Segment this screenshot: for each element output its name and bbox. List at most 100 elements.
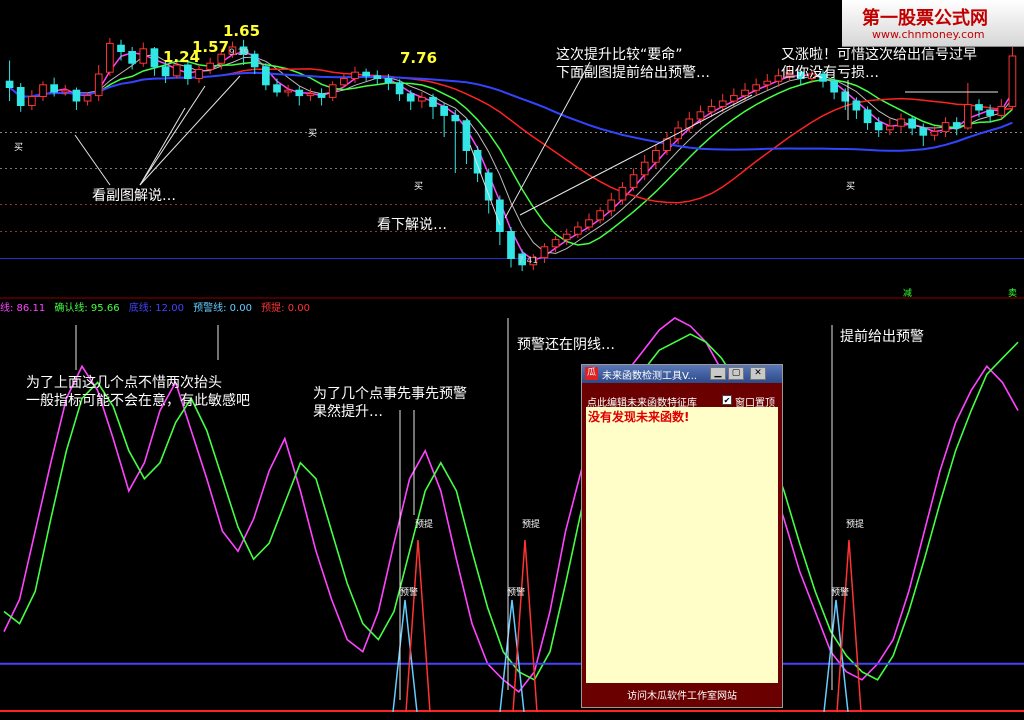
- warn-label: 预警: [507, 588, 526, 598]
- candle-body: [640, 161, 649, 176]
- stock-chart: [0, 29, 1024, 713]
- minimize-button[interactable]: ▁: [710, 367, 726, 380]
- moving-average-line: [9, 60, 1013, 246]
- candle-body: [317, 93, 326, 98]
- candle: [629, 168, 638, 191]
- candle-body: [250, 53, 259, 68]
- candle-body: [340, 78, 348, 86]
- candle-body: [295, 89, 304, 97]
- warn-label: 预警: [400, 588, 419, 598]
- annotation-arrow: [469, 144, 501, 226]
- candle-body: [206, 62, 214, 71]
- candle: [5, 60, 14, 101]
- lift-spike: [405, 539, 431, 713]
- site-logo[interactable]: 第一股票公式网 www.chnmoney.com: [842, 0, 1024, 47]
- moving-average-line: [8, 71, 1013, 152]
- candle-body: [139, 48, 148, 64]
- candle: [496, 195, 504, 245]
- legend-item: 线: 86.11: [0, 303, 46, 314]
- annotation-arrow: [139, 85, 206, 186]
- candle: [328, 81, 337, 101]
- candle-body: [28, 96, 36, 106]
- sell-mark: 卖: [1008, 289, 1018, 299]
- candle: [317, 88, 326, 106]
- candle-body: [886, 125, 894, 131]
- candle: [117, 39, 125, 61]
- candle: [94, 65, 103, 101]
- candle: [540, 243, 549, 263]
- candle-body: [629, 174, 638, 188]
- legend-item: 预警线: 0.00: [193, 303, 252, 314]
- candle: [139, 42, 148, 67]
- candle: [997, 99, 1006, 119]
- maximize-button[interactable]: ▢: [728, 367, 744, 380]
- lift-spike: [836, 539, 862, 713]
- site-name: 第一股票公式网: [862, 8, 988, 29]
- annotation-arrow: [504, 61, 591, 219]
- candle-body: [284, 89, 292, 93]
- candle-body: [39, 84, 47, 98]
- candle: [362, 68, 370, 82]
- annotation-early-warn: 为了几个点事先事先预警 果然提升…: [313, 386, 467, 420]
- candle-body: [451, 114, 460, 122]
- candle-body: [351, 71, 359, 79]
- candle-body: [964, 104, 972, 129]
- price-label: 1.57: [192, 38, 230, 56]
- candle: [941, 117, 950, 137]
- candle: [863, 106, 872, 130]
- candle-body: [262, 66, 270, 86]
- candle-body: [975, 104, 983, 111]
- annotation-see-sub: 看副图解说…: [92, 188, 176, 204]
- window-titlebar[interactable]: 瓜 未来函数检测工具V... ▁ ▢ ✕: [582, 365, 782, 383]
- future-function-checker-window[interactable]: 瓜 未来函数检测工具V... ▁ ▢ ✕ 点此编辑未来函数特征库 ✔ 窗口置顶 …: [581, 364, 783, 708]
- candle-body: [941, 122, 950, 133]
- candle-body: [473, 150, 482, 174]
- annotation-arrow: [74, 134, 111, 186]
- close-button[interactable]: ✕: [750, 367, 766, 380]
- warn-spike: [392, 599, 418, 713]
- candle-body: [562, 233, 571, 241]
- candle-body: [707, 105, 716, 113]
- candle-body: [406, 93, 415, 102]
- candle: [39, 81, 47, 101]
- candle: [952, 117, 961, 136]
- annotation-sensitive: 为了上面这几个点不惜两次抬头 一般指标可能不会在意，有此敏感吧: [26, 375, 250, 409]
- price-label-small: 7.41: [518, 256, 539, 266]
- sell-mark: 减: [903, 289, 913, 299]
- candle: [128, 47, 136, 70]
- candle-body: [730, 95, 738, 102]
- candle-body: [106, 42, 114, 73]
- candle-body: [986, 109, 994, 116]
- candle-body: [618, 186, 627, 201]
- candle: [195, 65, 203, 83]
- candle-body: [362, 71, 370, 77]
- candle-body: [908, 118, 916, 129]
- candle-body: [462, 120, 471, 152]
- candle: [685, 111, 694, 133]
- candle: [507, 227, 515, 268]
- lift-label: 预提: [522, 520, 541, 530]
- candle-body: [718, 100, 727, 107]
- pin-checkbox[interactable]: ✔: [722, 395, 732, 405]
- annotation-early-signal: 提前给出预警: [840, 329, 924, 345]
- candle-body: [507, 231, 515, 259]
- candle-body: [752, 84, 760, 91]
- candle-body: [1008, 55, 1017, 107]
- lift-label: 预提: [415, 520, 434, 530]
- candle-body: [273, 84, 281, 93]
- candle: [886, 119, 894, 136]
- candle-body: [741, 89, 749, 97]
- candle-body: [874, 122, 883, 131]
- price-label-small: 9.39: [229, 48, 250, 58]
- candle-body: [50, 84, 58, 93]
- visit-site-link[interactable]: 访问木瓜软件工作室网站: [582, 687, 782, 702]
- annotation-important: 这次提升比较“要命” 下面副图提前给出预警…: [556, 47, 710, 81]
- candle-body: [172, 64, 181, 77]
- candle: [874, 117, 883, 137]
- candle-body: [61, 89, 70, 93]
- candle-body: [952, 122, 961, 129]
- annotation-arrow: [139, 107, 186, 186]
- candle-body: [830, 80, 838, 93]
- candle-body: [863, 109, 872, 124]
- candle: [763, 74, 772, 91]
